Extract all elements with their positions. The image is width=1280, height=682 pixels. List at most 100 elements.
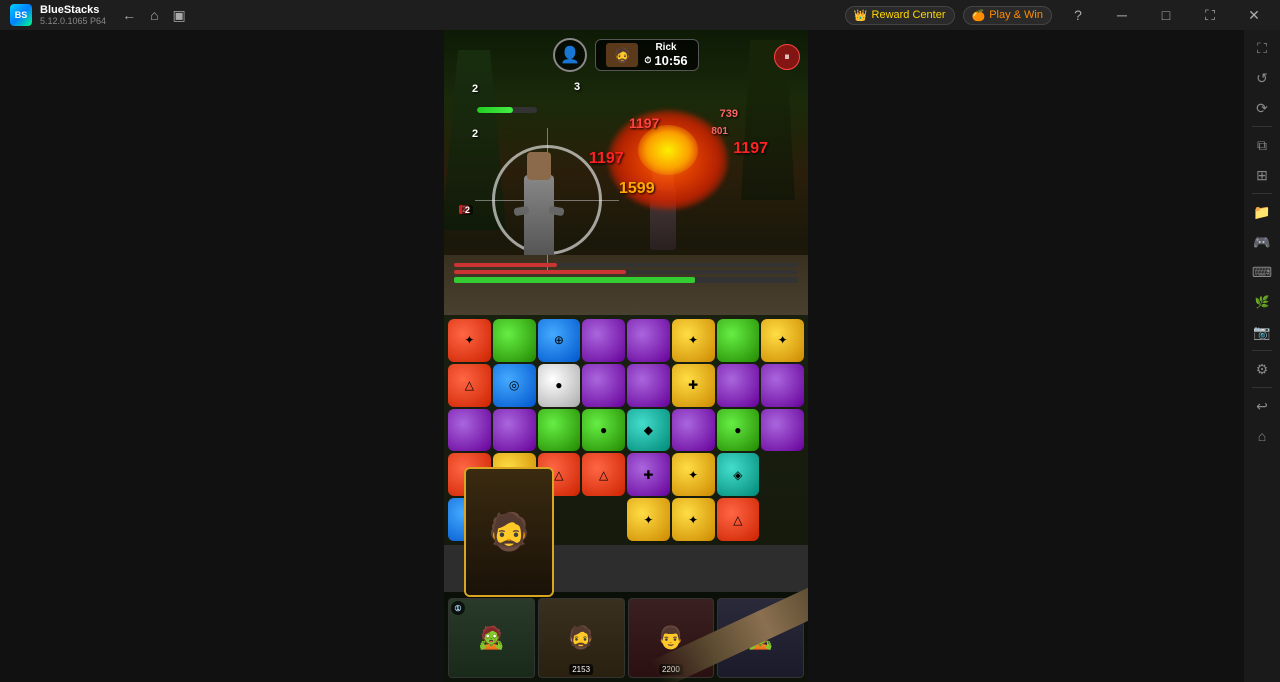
play-win-icon: 🍊: [972, 9, 986, 22]
gamepad-icon[interactable]: 🎮: [1248, 228, 1276, 256]
gem-r3c7[interactable]: ●: [717, 409, 760, 452]
gem-r2c2[interactable]: ◎: [493, 364, 536, 407]
gem-r4c6[interactable]: ✦: [672, 453, 715, 496]
damage-number-3: 801: [711, 126, 728, 137]
card-2-hp: 2153: [569, 664, 593, 675]
gem-r4c4[interactable]: △: [582, 453, 625, 496]
titlebar-left: BS BlueStacks 5.12.0.1065 P64 ← ⌂ ▣: [0, 4, 220, 26]
gem-r2c3[interactable]: ●: [538, 364, 581, 407]
gem-r5c6[interactable]: ✦: [672, 498, 715, 541]
gem-r1c4[interactable]: [582, 319, 625, 362]
gem-r3c5[interactable]: ◆: [627, 409, 670, 452]
titlebar: BS BlueStacks 5.12.0.1065 P64 ← ⌂ ▣ 👑 Re…: [0, 0, 1280, 30]
left-background: [0, 30, 444, 682]
sidebar-divider-3: [1252, 350, 1272, 351]
card-1[interactable]: 🧟 ①: [448, 598, 535, 678]
home-sidebar-icon[interactable]: ⌂: [1248, 422, 1276, 450]
settings-icon[interactable]: ⚙: [1248, 355, 1276, 383]
gem-r3c1[interactable]: [448, 409, 491, 452]
hud-top: 👤 🧔 Rick ⏱ 10:56 ⏸: [444, 38, 808, 72]
back-sidebar-icon[interactable]: ↩: [1248, 392, 1276, 420]
keyboard-icon[interactable]: ⌨: [1248, 258, 1276, 286]
gem-r3c3[interactable]: [538, 409, 581, 452]
gem-r2c6[interactable]: ✚: [672, 364, 715, 407]
pause-button[interactable]: ⏸: [774, 44, 800, 70]
gem-r5c4-empty: [582, 498, 625, 541]
folder-icon[interactable]: 📁: [1248, 198, 1276, 226]
timer-box: 🧔 Rick ⏱ 10:56: [595, 39, 698, 71]
screenshot-icon[interactable]: 📷: [1248, 318, 1276, 346]
reward-center-label: Reward Center: [872, 9, 946, 21]
help-button[interactable]: ?: [1060, 0, 1096, 30]
gem-r5c8-empty: [761, 498, 804, 541]
rotate-icon[interactable]: ↺: [1248, 64, 1276, 92]
enemy-count-3: 3: [574, 81, 580, 93]
titlebar-nav: ← ⌂ ▣: [118, 5, 190, 26]
damage-number-4: 1197: [733, 140, 768, 158]
gem-r1c7[interactable]: [717, 319, 760, 362]
nav-back-button[interactable]: ←: [118, 5, 140, 25]
player-avatar: 👤: [553, 38, 587, 72]
damage-number-2: 739: [720, 108, 738, 120]
card-2[interactable]: 🧔 2153: [538, 598, 625, 678]
layers-icon[interactable]: ⧉: [1248, 131, 1276, 159]
right-background: [808, 30, 1244, 682]
damage-number-1: 1197: [629, 115, 659, 131]
fullscreen-title-button[interactable]: ⛶: [1192, 0, 1228, 30]
gem-r2c7[interactable]: [717, 364, 760, 407]
damage-number-5: 1197: [589, 150, 624, 168]
gem-r1c1[interactable]: ✦: [448, 319, 491, 362]
app-name: BlueStacks: [40, 4, 106, 16]
game-wrapper: 👤 🧔 Rick ⏱ 10:56 ⏸: [444, 30, 808, 682]
app-name-container: BlueStacks 5.12.0.1065 P64: [40, 4, 106, 26]
enemy-count-2: 2: [472, 83, 478, 95]
sidebar-divider-1: [1252, 126, 1272, 127]
gem-r2c1[interactable]: △: [448, 364, 491, 407]
layers2-icon[interactable]: ⊞: [1248, 161, 1276, 189]
gem-r2c4[interactable]: [582, 364, 625, 407]
app-version: 5.12.0.1065 P64: [40, 16, 106, 26]
sidebar-divider-4: [1252, 387, 1272, 388]
sidebar-divider-2: [1252, 193, 1272, 194]
gem-r3c2[interactable]: [493, 409, 536, 452]
enemy-count-1: 2: [472, 128, 478, 140]
gem-r3c4[interactable]: ●: [582, 409, 625, 452]
reward-center-button[interactable]: 👑 Reward Center: [845, 6, 955, 25]
fullscreen-icon[interactable]: ⛶: [1248, 34, 1276, 62]
player-character: [509, 135, 569, 255]
card-popup-inner: 🧔: [466, 469, 552, 595]
play-win-label: Play & Win: [989, 9, 1043, 21]
gem-r3c8[interactable]: [761, 409, 804, 452]
titlebar-center: 👑 Reward Center 🍊 Play & Win ? ─ □ ⛶ ✕: [220, 0, 1280, 30]
nav-home-button[interactable]: ⌂: [146, 5, 162, 25]
gem-r2c8[interactable]: [761, 364, 804, 407]
damage-number-6: 1599: [619, 180, 655, 198]
minimize-button[interactable]: ─: [1104, 0, 1140, 30]
gem-r5c5[interactable]: ✦: [627, 498, 670, 541]
battle-area: 👤 🧔 Rick ⏱ 10:56 ⏸: [444, 30, 808, 315]
gem-r1c2[interactable]: [493, 319, 536, 362]
gem-r1c3[interactable]: ⊕: [538, 319, 581, 362]
gem-r4c5[interactable]: ✚: [627, 453, 670, 496]
gem-r4c8-empty: [761, 453, 804, 496]
reward-crown-icon: 👑: [854, 9, 868, 22]
gem-r5c7[interactable]: △: [717, 498, 760, 541]
maximize-button[interactable]: □: [1148, 0, 1184, 30]
explosion-inner: [638, 125, 698, 175]
char-thumbnail: 🧔: [606, 43, 638, 67]
nav-recent-button[interactable]: ▣: [169, 5, 190, 26]
play-win-button[interactable]: 🍊 Play & Win: [963, 6, 1053, 25]
right-sidebar: ⛶ ↺ ⟳ ⧉ ⊞ 📁 🎮 ⌨ 🌿 📷 ⚙ ↩ ⌂: [1244, 30, 1280, 682]
gem-r4c7[interactable]: ◈: [717, 453, 760, 496]
hp-bars-row: [454, 263, 798, 283]
gem-r1c6[interactable]: ✦: [672, 319, 715, 362]
camera-flip-icon[interactable]: ⟳: [1248, 94, 1276, 122]
gem-r1c8[interactable]: ✦: [761, 319, 804, 362]
gem-r1c5[interactable]: [627, 319, 670, 362]
player-hpbar-container: 2: [462, 205, 473, 215]
eco-icon[interactable]: 🌿: [1248, 288, 1276, 316]
card-popup: 🧔: [464, 467, 554, 597]
close-button[interactable]: ✕: [1236, 0, 1272, 30]
gem-r2c5[interactable]: [627, 364, 670, 407]
gem-r3c6[interactable]: [672, 409, 715, 452]
